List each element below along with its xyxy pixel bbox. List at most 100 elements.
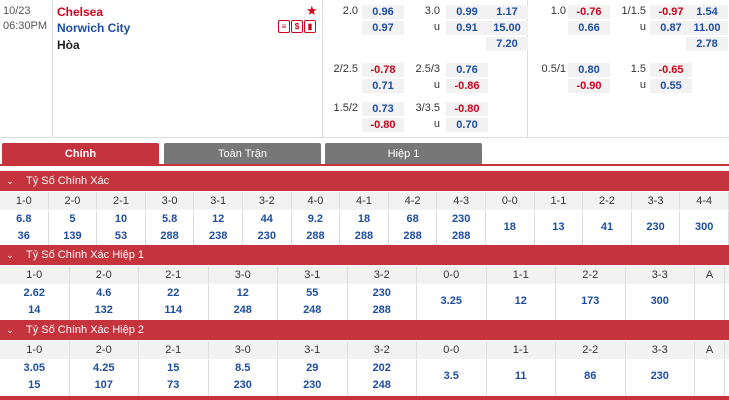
ft-hdp-home-odd[interactable]: -0.78 xyxy=(362,63,404,77)
odd-value[interactable]: 300 xyxy=(626,295,695,307)
ft-1x2-draw-odd[interactable]: 7.20 xyxy=(486,37,528,51)
odd-value[interactable]: 73 xyxy=(139,379,208,391)
ft-hdp-home-odd[interactable]: 0.96 xyxy=(362,5,404,19)
odd-value[interactable]: 41 xyxy=(583,221,631,233)
odd-value[interactable]: 3.5 xyxy=(417,370,486,382)
odd-value[interactable]: 288 xyxy=(389,230,437,242)
odd-value[interactable]: 132 xyxy=(70,304,139,316)
odd-value[interactable]: 300 xyxy=(680,221,728,233)
score-odds-cell[interactable]: 55 248 xyxy=(278,285,348,321)
odd-value[interactable]: 12 xyxy=(209,287,278,299)
odd-value[interactable]: 5 xyxy=(49,213,97,225)
stats-icon[interactable]: ▮ xyxy=(304,20,316,33)
odd-value[interactable]: 18 xyxy=(486,221,534,233)
chevron-down-icon[interactable]: ⌄ xyxy=(0,245,20,265)
h1-ou-under-odd[interactable]: 0.55 xyxy=(650,79,692,93)
score-odds-cell[interactable]: 230 288 xyxy=(437,211,486,247)
tab-full-time[interactable]: Toàn Trận xyxy=(164,143,321,165)
odd-value[interactable]: 5.8 xyxy=(146,213,194,225)
score-odds-cell[interactable]: 300 xyxy=(626,285,695,321)
odd-value[interactable]: 6.8 xyxy=(0,213,48,225)
chevron-down-icon[interactable]: ⌄ xyxy=(0,320,20,340)
score-odds-cell[interactable]: 173 xyxy=(556,285,626,321)
h1-ou-over-odd[interactable]: -0.65 xyxy=(650,63,692,77)
score-odds-cell[interactable]: 230 xyxy=(632,211,681,247)
score-odds-cell[interactable]: 68 288 xyxy=(389,211,438,247)
h1-hdp-home-odd[interactable]: -0.76 xyxy=(568,5,610,19)
section-header[interactable]: ⌄ Tỷ Số Chính Xác Hiệp 1 xyxy=(0,245,729,265)
dollar-icon[interactable]: $ xyxy=(291,20,303,33)
score-odds-cell[interactable]: 18 288 xyxy=(340,211,389,247)
score-odds-cell[interactable]: 18 xyxy=(486,211,535,247)
h1-hdp-away-odd[interactable]: 0.66 xyxy=(568,21,610,35)
score-odds-cell[interactable] xyxy=(695,360,725,396)
odd-value[interactable]: 230 xyxy=(626,370,695,382)
ft-hdp-away-odd[interactable]: -0.80 xyxy=(362,118,404,132)
odd-value[interactable]: 230 xyxy=(632,221,680,233)
odd-value[interactable]: 248 xyxy=(348,379,417,391)
ft-ou-over-odd[interactable]: 0.99 xyxy=(446,5,488,19)
h1-1x2-draw-odd[interactable]: 2.78 xyxy=(686,37,728,51)
h1-1x2-away-odd[interactable]: 11.00 xyxy=(686,21,728,35)
score-odds-cell[interactable]: 4.6 132 xyxy=(70,285,139,321)
score-odds-cell[interactable]: 230 288 xyxy=(348,285,417,321)
odd-value[interactable]: 230 xyxy=(437,213,485,225)
section-header[interactable] xyxy=(0,396,729,400)
score-odds-cell[interactable]: 230 xyxy=(626,360,695,396)
odd-value[interactable]: 238 xyxy=(194,230,242,242)
ft-ou-under-odd[interactable]: -0.86 xyxy=(446,79,488,93)
ft-ou-over-odd[interactable]: -0.80 xyxy=(446,102,488,116)
score-odds-cell[interactable]: 5 139 xyxy=(49,211,98,247)
score-odds-cell[interactable]: 12 238 xyxy=(194,211,243,247)
tab-first-half[interactable]: Hiệp 1 xyxy=(325,143,482,165)
score-odds-cell[interactable]: 12 xyxy=(487,285,556,321)
h1-hdp-home-odd[interactable]: 0.80 xyxy=(568,63,610,77)
score-odds-cell[interactable]: 12 248 xyxy=(209,285,278,321)
odd-value[interactable]: 4.25 xyxy=(70,362,139,374)
odd-value[interactable]: 11 xyxy=(487,370,556,382)
odd-value[interactable]: 3.25 xyxy=(417,295,486,307)
odd-value[interactable]: 230 xyxy=(278,379,347,391)
odd-value[interactable]: 173 xyxy=(556,295,625,307)
odd-value[interactable]: 10 xyxy=(97,213,145,225)
score-odds-cell[interactable]: 5.8 288 xyxy=(146,211,195,247)
odd-value[interactable]: 248 xyxy=(278,304,347,316)
odd-value[interactable]: 12 xyxy=(194,213,242,225)
score-odds-cell[interactable]: 3.25 xyxy=(417,285,487,321)
odd-value[interactable]: 2.62 xyxy=(0,287,69,299)
odd-value[interactable]: 288 xyxy=(292,230,340,242)
ft-hdp-home-odd[interactable]: 0.73 xyxy=(362,102,404,116)
ft-1x2-away-odd[interactable]: 15.00 xyxy=(486,21,528,35)
score-odds-cell[interactable]: 10 53 xyxy=(97,211,146,247)
ft-hdp-away-odd[interactable]: 0.71 xyxy=(362,79,404,93)
chevron-down-icon[interactable]: ⌄ xyxy=(0,171,20,191)
odd-value[interactable]: 86 xyxy=(556,370,625,382)
score-odds-cell[interactable]: 15 73 xyxy=(139,360,209,396)
odd-value[interactable]: 288 xyxy=(437,230,485,242)
ft-ou-under-odd[interactable]: 0.91 xyxy=(446,21,488,35)
odd-value[interactable]: 230 xyxy=(209,379,278,391)
odd-value[interactable]: 36 xyxy=(0,230,48,242)
score-odds-cell[interactable]: 3.05 15 xyxy=(0,360,70,396)
h1-hdp-away-odd[interactable]: -0.90 xyxy=(568,79,610,93)
favorite-star-icon[interactable]: ★ xyxy=(306,3,318,19)
odd-value[interactable]: 15 xyxy=(139,362,208,374)
ft-ou-over-odd[interactable]: 0.76 xyxy=(446,63,488,77)
score-odds-cell[interactable]: 8.5 230 xyxy=(209,360,278,396)
odd-value[interactable]: 107 xyxy=(70,379,139,391)
score-odds-cell[interactable]: 300 xyxy=(680,211,729,247)
odd-value[interactable]: 4.6 xyxy=(70,287,139,299)
odd-value[interactable]: 202 xyxy=(348,362,417,374)
odd-value[interactable]: 8.5 xyxy=(209,362,278,374)
h1-1x2-home-odd[interactable]: 1.54 xyxy=(686,5,728,19)
odd-value[interactable]: 288 xyxy=(146,230,194,242)
score-odds-cell[interactable]: 6.8 36 xyxy=(0,211,49,247)
odd-value[interactable]: 230 xyxy=(243,230,291,242)
odd-value[interactable]: 55 xyxy=(278,287,347,299)
tab-main[interactable]: Chính xyxy=(2,143,159,165)
score-odds-cell[interactable]: 22 114 xyxy=(139,285,209,321)
odd-value[interactable]: 53 xyxy=(97,230,145,242)
ft-1x2-home-odd[interactable]: 1.17 xyxy=(486,5,528,19)
odd-value[interactable]: 29 xyxy=(278,362,347,374)
score-odds-cell[interactable]: 13 xyxy=(535,211,584,247)
